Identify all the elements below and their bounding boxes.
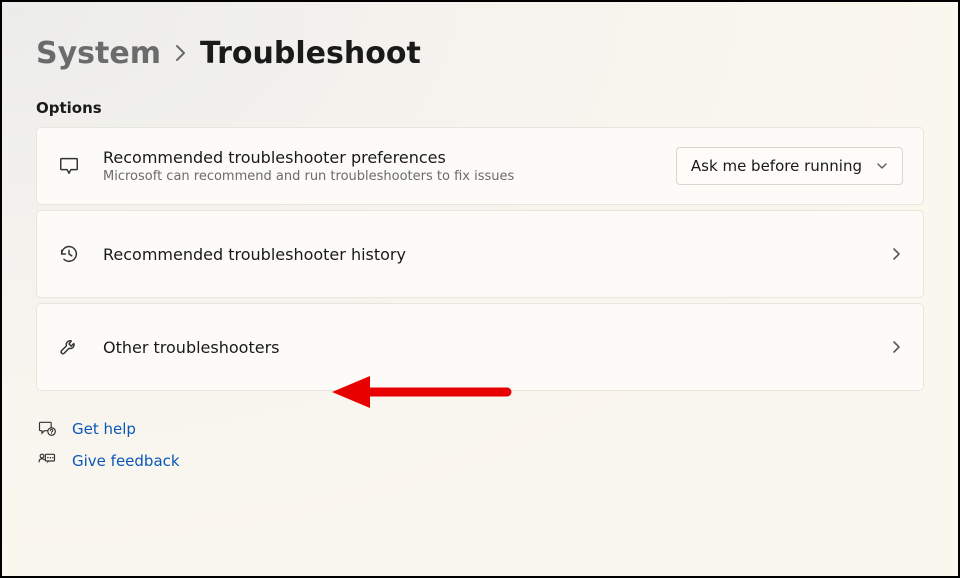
breadcrumb: System Troubleshoot [36,36,924,71]
dropdown-value: Ask me before running [691,157,862,175]
breadcrumb-parent[interactable]: System [36,36,161,71]
page-title: Troubleshoot [200,36,421,71]
link-label: Give feedback [72,452,180,470]
link-get-help[interactable]: Get help [36,419,924,439]
card-troubleshooter-preferences[interactable]: Recommended troubleshooter preferences M… [36,127,924,205]
card-title: Other troubleshooters [103,338,867,357]
help-icon [36,419,58,439]
history-icon [57,243,81,265]
card-troubleshooter-history[interactable]: Recommended troubleshooter history [36,210,924,298]
chevron-right-icon [175,43,186,67]
speech-bubble-icon [57,155,81,177]
link-give-feedback[interactable]: Give feedback [36,451,924,471]
card-subtitle: Microsoft can recommend and run troubles… [103,169,654,184]
chevron-right-icon [889,247,903,261]
card-title: Recommended troubleshooter preferences [103,148,654,167]
feedback-icon [36,451,58,471]
link-label: Get help [72,420,136,438]
wrench-icon [57,336,81,358]
chevron-right-icon [889,340,903,354]
card-other-troubleshooters[interactable]: Other troubleshooters [36,303,924,391]
section-label-options: Options [36,99,924,117]
chevron-down-icon [876,160,888,172]
preferences-dropdown[interactable]: Ask me before running [676,147,903,185]
card-title: Recommended troubleshooter history [103,245,867,264]
